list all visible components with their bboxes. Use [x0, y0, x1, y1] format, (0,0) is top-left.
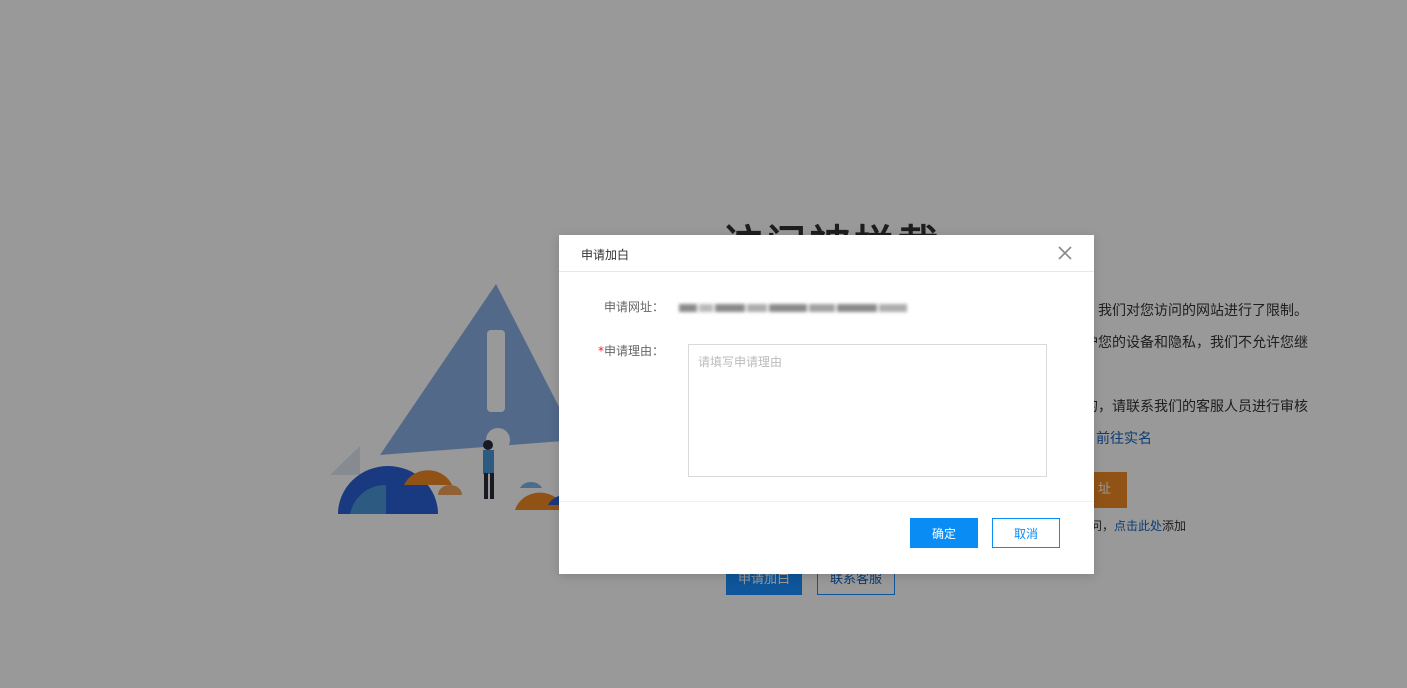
close-icon[interactable] [1058, 246, 1072, 260]
confirm-button[interactable]: 确定 [910, 518, 978, 548]
dialog-title: 申请加白 [581, 248, 630, 262]
reason-label-text: 申请理由： [603, 344, 664, 358]
application-url-value [679, 297, 913, 313]
footer-divider [559, 501, 1094, 502]
reason-label: *申请理由： [574, 342, 664, 359]
reason-input[interactable] [688, 344, 1047, 477]
dialog-header: 申请加白 [559, 235, 1094, 272]
cancel-button[interactable]: 取消 [992, 518, 1060, 548]
url-label: 申请网址： [603, 300, 664, 314]
whitelist-apply-dialog: 申请加白 申请网址： *申请理由： 确定 取消 [559, 235, 1094, 574]
